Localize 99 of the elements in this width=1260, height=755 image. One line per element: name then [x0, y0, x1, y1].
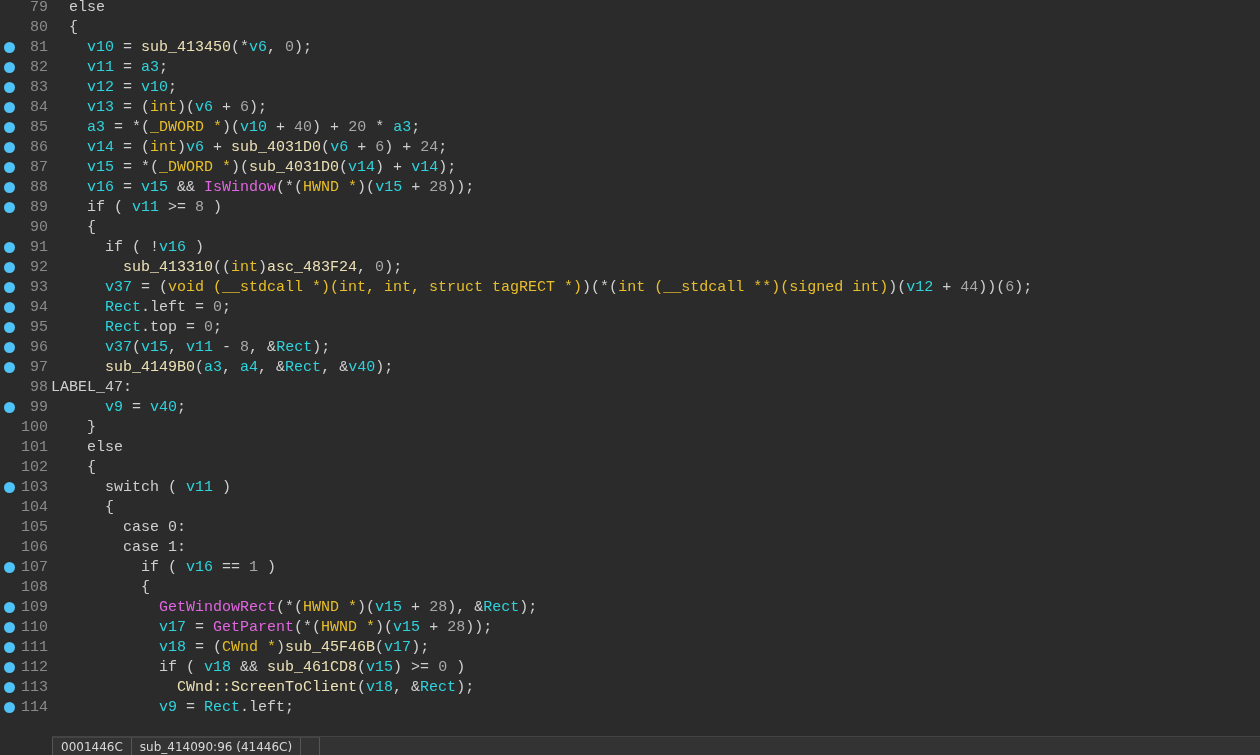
line-marker-icon[interactable] — [3, 281, 15, 293]
line-marker-icon[interactable] — [3, 621, 15, 633]
code-line: else — [68, 0, 105, 16]
line-number: 104 — [20, 498, 48, 516]
line-marker-icon[interactable] — [3, 261, 15, 273]
line-number: 86 — [29, 138, 48, 156]
line-marker-icon[interactable] — [3, 241, 15, 253]
code-line: GetWindowRect(*(HWND *)(v15 + 28), &Rect); — [158, 598, 538, 616]
line-marker-icon[interactable] — [3, 121, 15, 133]
line-marker-icon[interactable] — [3, 641, 15, 653]
line-number: 90 — [29, 218, 48, 236]
code-line: sub_4149B0(a3, a4, &Rect, &v40); — [104, 358, 394, 376]
line-number: 113 — [20, 678, 48, 696]
line-number: 95 — [29, 318, 48, 336]
line-marker-icon[interactable] — [3, 81, 15, 93]
code-line: v12 = v10; — [86, 78, 178, 96]
code-line: } — [86, 418, 96, 436]
line-marker-icon[interactable] — [3, 561, 15, 573]
code-line: else — [86, 438, 123, 456]
line-number: 100 — [20, 418, 48, 436]
code-line: CWnd::ScreenToClient(v18, &Rect); — [176, 678, 475, 696]
line-number: 97 — [29, 358, 48, 376]
code-line: v11 = a3; — [86, 58, 169, 76]
line-number: 103 — [20, 478, 48, 496]
line-number: 81 — [29, 38, 48, 56]
line-number: 94 — [29, 298, 48, 316]
line-number: 85 — [29, 118, 48, 136]
line-number: 83 — [29, 78, 48, 96]
line-number: 112 — [20, 658, 48, 676]
line-number: 107 — [20, 558, 48, 576]
code-line: v13 = (int)(v6 + 6); — [86, 98, 268, 116]
code-line: switch ( v11 ) — [104, 478, 232, 496]
status-bar-field: 0001446C — [52, 737, 131, 755]
code-line: Rect.left = 0; — [104, 298, 232, 316]
code-line: v16 = v15 && IsWindow(*(HWND *)(v15 + 28)); — [86, 178, 475, 196]
line-number: 84 — [29, 98, 48, 116]
line-number: 79 — [29, 0, 48, 16]
code-line: { — [68, 18, 78, 36]
code-line: sub_413310((int)asc_483F24, 0); — [122, 258, 403, 276]
code-line: { — [86, 458, 96, 476]
line-number: 101 — [20, 438, 48, 456]
line-number: 92 — [29, 258, 48, 276]
line-number: 108 — [20, 578, 48, 596]
line-number: 102 — [20, 458, 48, 476]
code-line: case 1: — [122, 538, 187, 556]
code-line: if ( v18 && sub_461CD8(v15) >= 0 ) — [158, 658, 466, 676]
line-number: 99 — [29, 398, 48, 416]
line-marker-icon[interactable] — [3, 681, 15, 693]
line-marker-icon[interactable] — [3, 401, 15, 413]
line-number: 106 — [20, 538, 48, 556]
code-line: v18 = (CWnd *)sub_45F46B(v17); — [158, 638, 430, 656]
code-line: Rect.top = 0; — [104, 318, 223, 336]
line-number: 109 — [20, 598, 48, 616]
line-number: 105 — [20, 518, 48, 536]
line-number: 98 — [29, 378, 48, 396]
code-line: v9 = Rect.left; — [158, 698, 295, 716]
code-line: { — [140, 578, 151, 596]
line-marker-icon[interactable] — [3, 141, 15, 153]
line-marker-icon[interactable] — [3, 341, 15, 353]
line-marker-icon[interactable] — [3, 201, 15, 213]
code-line: if ( v16 == 1 ) — [140, 558, 277, 576]
line-marker-icon[interactable] — [3, 181, 15, 193]
line-marker-icon[interactable] — [3, 301, 15, 313]
line-marker-icon[interactable] — [3, 101, 15, 113]
line-marker-icon[interactable] — [3, 41, 15, 53]
code-line: if ( !v16 ) — [104, 238, 205, 256]
code-line: v9 = v40; — [104, 398, 187, 416]
line-marker-icon[interactable] — [3, 61, 15, 73]
line-number: 93 — [29, 278, 48, 296]
code-line: v37 = (void (__stdcall *)(int, int, struct tagRECT *))(*(int (__stdcall **)(signed int))(v12 + 44))(6); — [104, 278, 1033, 296]
code-line: v15 = *(_DWORD *)(sub_4031D0(v14) + v14); — [86, 158, 457, 176]
line-marker-icon[interactable] — [3, 701, 15, 713]
line-marker-icon[interactable] — [3, 361, 15, 373]
code-line: v37(v15, v11 - 8, &Rect); — [104, 338, 331, 356]
code-line: { — [86, 218, 96, 236]
line-marker-icon[interactable] — [3, 161, 15, 173]
line-marker-icon[interactable] — [3, 601, 15, 613]
line-number: 96 — [29, 338, 48, 356]
line-number: 88 — [29, 178, 48, 196]
code-line: { — [104, 498, 114, 516]
code-line: LABEL_47: — [51, 378, 132, 396]
code-line: v17 = GetParent(*(HWND *)(v15 + 28)); — [158, 618, 493, 636]
code-line: a3 = *(_DWORD *)(v10 + 40) + 20 * a3; — [86, 118, 421, 136]
line-number: 91 — [29, 238, 48, 256]
code-line: case 0: — [122, 518, 187, 536]
status-bar-field: sub_414090:96 (41446C) — [130, 737, 301, 755]
line-number: 89 — [29, 198, 48, 216]
line-number: 82 — [29, 58, 48, 76]
line-marker-icon[interactable] — [3, 661, 15, 673]
line-marker-icon[interactable] — [3, 321, 15, 333]
line-number: 110 — [20, 618, 48, 636]
line-marker-icon[interactable] — [3, 481, 15, 493]
code-line: if ( v11 >= 8 ) — [86, 198, 223, 216]
code-line: v10 = sub_413450(*v6, 0); — [86, 38, 313, 56]
code-line: v14 = (int)v6 + sub_4031D0(v6 + 6) + 24; — [86, 138, 448, 156]
line-number: 114 — [20, 698, 48, 716]
line-number: 87 — [29, 158, 48, 176]
line-number: 111 — [20, 638, 48, 656]
line-number: 80 — [29, 18, 48, 36]
